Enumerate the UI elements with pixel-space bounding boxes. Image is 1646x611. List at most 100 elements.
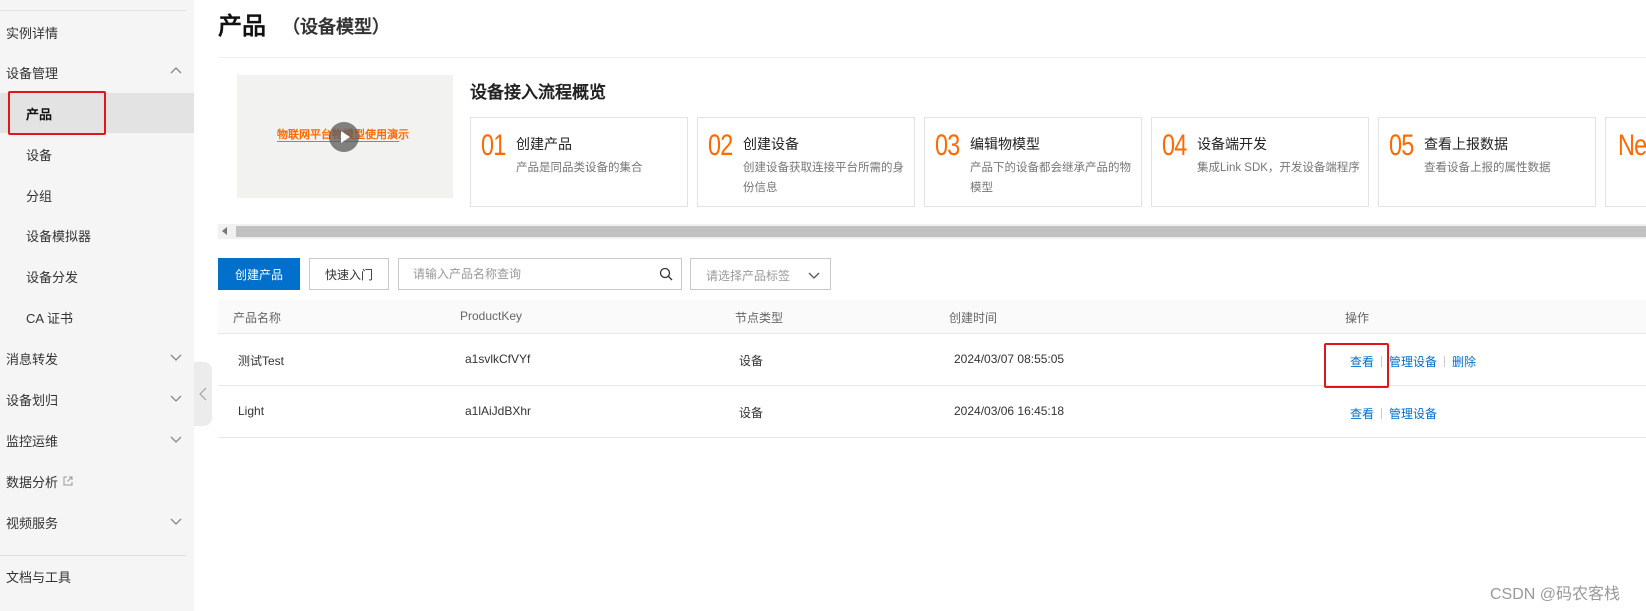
demo-video-thumbnail[interactable]: 物联网平台物模型使用演示: [237, 75, 453, 198]
divider: [0, 10, 186, 11]
step-title: 查看上报数据: [1424, 136, 1508, 152]
sidebar-item-label: 文档与工具: [6, 569, 72, 585]
external-link-icon: [63, 476, 73, 486]
sidebar-item-instance-details[interactable]: 实例详情: [0, 12, 194, 52]
table-row: 测试Test a1svlkCfVYf 设备 2024/03/07 08:55:0…: [218, 334, 1646, 386]
chevron-down-icon: [808, 272, 820, 279]
step-description: 产品下的设备都会继承产品的物模型: [970, 162, 1131, 194]
sidebar-item-label: 监控运维: [6, 433, 59, 449]
step-number: 03: [935, 129, 960, 162]
sidebar-group-device-management[interactable]: 设备管理: [0, 52, 194, 92]
sidebar-item-label: 设备分发: [26, 269, 79, 285]
sidebar-group-monitoring-ops[interactable]: 监控运维: [0, 420, 194, 460]
sidebar-item-label: 设备: [26, 147, 53, 163]
step-card[interactable]: 01 创建产品 产品是同品类设备的集合: [470, 117, 688, 207]
create-product-button[interactable]: 创建产品: [218, 258, 300, 290]
manage-devices-link[interactable]: 管理设备: [1389, 353, 1437, 370]
select-placeholder: 请选择产品标签: [706, 269, 791, 283]
sidebar-group-device-assignment[interactable]: 设备划归: [0, 379, 194, 419]
column-header-actions: 操作: [1345, 311, 1370, 325]
step-card[interactable]: 04 设备端开发 集成Link SDK，开发设备端程序: [1151, 117, 1369, 207]
divider: [1381, 408, 1383, 419]
sidebar-item-devices[interactable]: 设备: [0, 134, 194, 174]
watermark: CSDN @码农客栈: [1490, 586, 1621, 603]
node-type: 设备: [739, 354, 764, 368]
sidebar-collapse-handle[interactable]: [194, 362, 212, 426]
node-type: 设备: [739, 406, 764, 420]
product-key: a1svlkCfVYf: [465, 352, 531, 366]
sidebar-item-data-analysis[interactable]: 数据分析: [0, 461, 194, 501]
step-title: 编辑物模型: [970, 136, 1040, 152]
step-card-partial[interactable]: Ne: [1605, 117, 1646, 207]
chevron-down-icon: [170, 436, 182, 443]
quick-start-button[interactable]: 快速入门: [309, 258, 389, 290]
product-name: Light: [238, 404, 265, 418]
sidebar-item-groups[interactable]: 分组: [0, 175, 194, 215]
divider: [1444, 356, 1446, 367]
chevron-left-icon: [199, 387, 207, 401]
table-header: 产品名称 ProductKey 节点类型 创建时间 操作: [218, 299, 1646, 334]
sidebar-item-ca-certificate[interactable]: CA 证书: [0, 297, 194, 337]
delete-link[interactable]: 删除: [1452, 353, 1476, 370]
step-description: 创建设备获取连接平台所需的身份信息: [743, 162, 904, 194]
sidebar-item-label: 设备管理: [6, 65, 59, 81]
sidebar-item-label: 设备划归: [6, 392, 59, 408]
search-input[interactable]: [413, 267, 643, 281]
table-row: Light a1lAiJdBXhr 设备 2024/03/06 16:45:18…: [218, 386, 1646, 438]
page-title: 产品: [218, 13, 266, 40]
chevron-down-icon: [170, 518, 182, 525]
step-number: 04: [1162, 129, 1187, 162]
step-title: 设备端开发: [1197, 136, 1267, 152]
created-time: 2024/03/06 16:45:18: [954, 404, 1065, 418]
sidebar-group-message-forwarding[interactable]: 消息转发: [0, 338, 194, 378]
search-icon[interactable]: [659, 267, 673, 281]
column-header-created-time: 创建时间: [949, 311, 998, 325]
chevron-up-icon: [170, 67, 182, 74]
play-icon[interactable]: [329, 122, 359, 152]
chevron-down-icon: [170, 395, 182, 402]
column-header-name: 产品名称: [233, 311, 282, 325]
step-description: 集成Link SDK，开发设备端程序: [1197, 162, 1360, 174]
step-number: 05: [1389, 129, 1414, 162]
sidebar-item-label: CA 证书: [26, 310, 73, 326]
step-description: 产品是同品类设备的集合: [516, 162, 643, 174]
column-header-product-key: ProductKey: [460, 309, 523, 323]
product-tag-select[interactable]: 请选择产品标签: [690, 258, 831, 290]
chevron-down-icon: [170, 354, 182, 361]
step-card[interactable]: 03 编辑物模型 产品下的设备都会继承产品的物模型: [924, 117, 1142, 207]
created-time: 2024/03/07 08:55:05: [954, 352, 1065, 366]
step-title: 创建产品: [516, 136, 572, 152]
sidebar-item-label: 消息转发: [6, 351, 59, 367]
step-description: 查看设备上报的属性数据: [1424, 162, 1551, 174]
sidebar-item-device-distribution[interactable]: 设备分发: [0, 256, 194, 296]
product-table: 产品名称 ProductKey 节点类型 创建时间 操作 测试Test a1sv…: [218, 299, 1646, 438]
sidebar-item-docs-tools[interactable]: 文档与工具: [0, 556, 194, 596]
scrollbar-thumb[interactable]: [236, 226, 1646, 237]
sidebar-item-label: 数据分析: [6, 474, 59, 490]
step-card[interactable]: 02 创建设备 创建设备获取连接平台所需的身份信息: [697, 117, 915, 207]
highlight-box: [8, 91, 106, 135]
sidebar-item-label: 实例详情: [6, 25, 59, 41]
step-number: Ne: [1618, 129, 1646, 162]
horizontal-scrollbar[interactable]: [218, 224, 1646, 239]
product-search[interactable]: [398, 258, 682, 290]
step-card[interactable]: 05 查看上报数据 查看设备上报的属性数据: [1378, 117, 1596, 207]
step-number: 01: [481, 129, 506, 162]
sidebar-item-label: 分组: [26, 188, 53, 204]
overview-title: 设备接入流程概览: [470, 83, 606, 102]
sidebar-item-device-simulator[interactable]: 设备模拟器: [0, 215, 194, 255]
step-title: 创建设备: [743, 136, 799, 152]
sidebar-group-video-service[interactable]: 视频服务: [0, 502, 194, 542]
column-header-node-type: 节点类型: [735, 311, 784, 325]
scroll-left-icon[interactable]: [222, 227, 227, 235]
view-link[interactable]: 查看: [1350, 405, 1374, 422]
product-key: a1lAiJdBXhr: [465, 404, 532, 418]
manage-devices-link[interactable]: 管理设备: [1389, 405, 1437, 422]
highlight-box: [1324, 343, 1389, 388]
sidebar-item-label: 视频服务: [6, 515, 59, 531]
step-number: 02: [708, 129, 733, 162]
sidebar-item-label: 设备模拟器: [26, 228, 92, 244]
row-actions: 查看 管理设备: [1350, 405, 1437, 422]
product-name: 测试Test: [238, 354, 285, 368]
page-subtitle: （设备模型）: [282, 17, 390, 37]
